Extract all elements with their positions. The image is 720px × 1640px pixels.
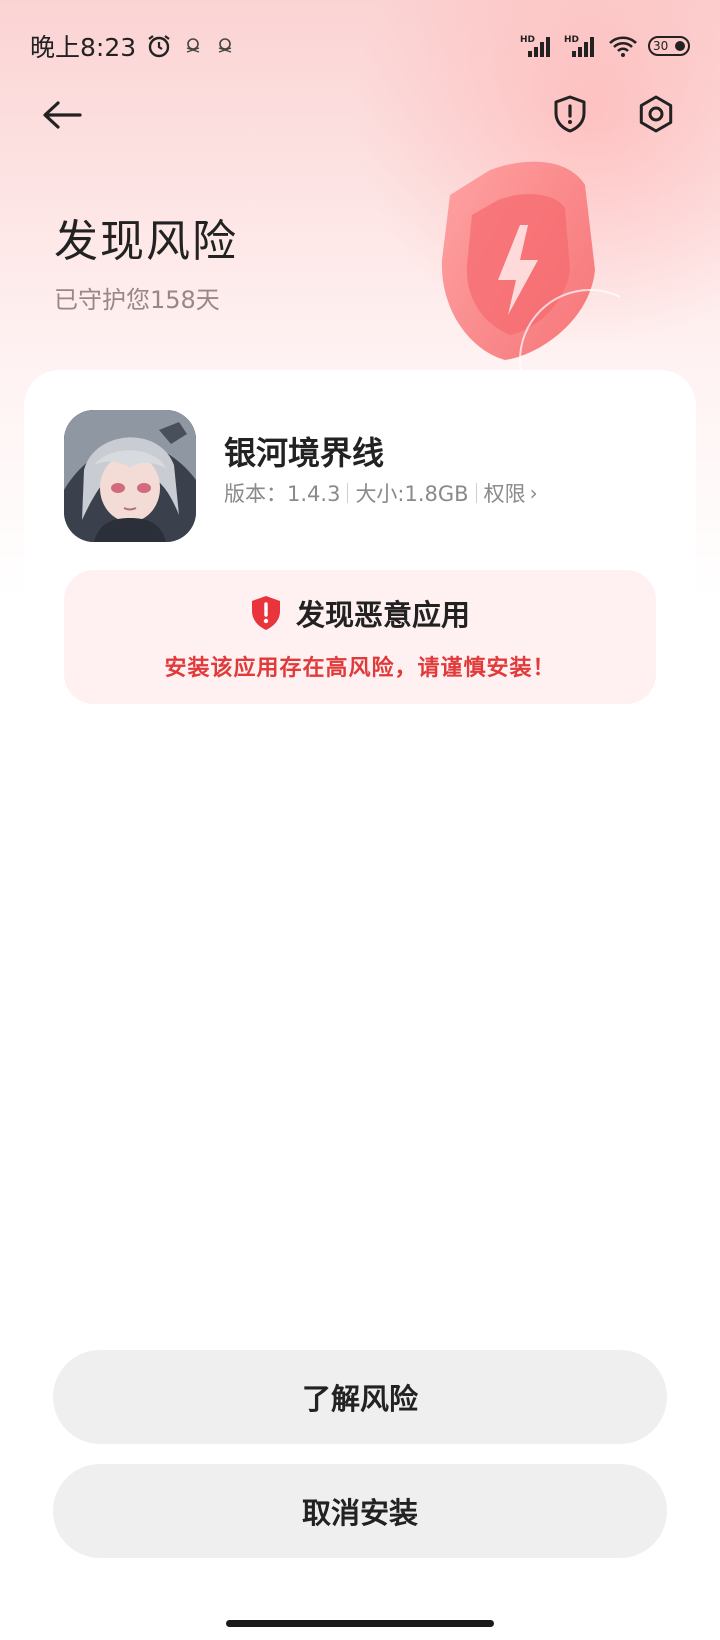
wifi-icon: [608, 34, 638, 58]
app-icon: [64, 410, 196, 542]
app-meta: 版本：1.4.3 大小:1.8GB 权限 ›: [224, 478, 538, 508]
app-size: 大小:1.8GB: [355, 482, 469, 506]
alarm-icon: [146, 33, 172, 59]
shield-alert-icon: [554, 95, 586, 133]
settings-button[interactable]: [634, 92, 678, 136]
security-alert-button[interactable]: [548, 92, 592, 136]
cancel-install-button[interactable]: 取消安装: [53, 1464, 667, 1558]
status-bar: 晚上8:23 HD HD 30: [0, 24, 720, 68]
status-time: 晚上8:23: [30, 33, 137, 62]
app-name: 银河境界线: [224, 434, 385, 472]
svg-text:HD: HD: [520, 35, 535, 45]
svg-text:HD: HD: [564, 35, 579, 45]
notification-icon: [214, 35, 236, 57]
hero-shield-icon: [441, 161, 620, 370]
hd-signal-icon: HD: [520, 33, 554, 59]
battery-level: 30: [653, 39, 669, 53]
red-shield-alert-icon: [251, 596, 280, 630]
back-button[interactable]: [40, 95, 84, 135]
permissions-label: 权限: [483, 482, 526, 506]
learn-risk-button[interactable]: 了解风险: [53, 1350, 667, 1444]
home-indicator[interactable]: [226, 1620, 494, 1627]
app-info-card: 银河境界线 版本：1.4.3 大小:1.8GB 权限 › 发现恶意应用 安装该应…: [24, 370, 696, 1330]
back-arrow-icon: [43, 101, 82, 129]
divider: [347, 483, 349, 503]
chevron-right-icon: ›: [529, 481, 538, 505]
divider: [475, 483, 477, 503]
notification-icon: [182, 35, 204, 57]
page-title: 发现风险: [54, 216, 238, 267]
app-version: 版本：1.4.3: [224, 482, 341, 506]
settings-icon: [639, 95, 673, 133]
warning-title: 发现恶意应用: [295, 598, 470, 632]
protection-days: 已守护您158天: [54, 286, 220, 314]
hd-signal-icon: HD: [564, 33, 598, 59]
warning-description: 安装该应用存在高风险，请谨慎安装！: [164, 656, 556, 681]
battery-icon: 30: [648, 36, 690, 56]
malware-warning: 发现恶意应用 安装该应用存在高风险，请谨慎安装！: [64, 570, 656, 704]
permissions-link[interactable]: 权限 ›: [484, 478, 538, 508]
